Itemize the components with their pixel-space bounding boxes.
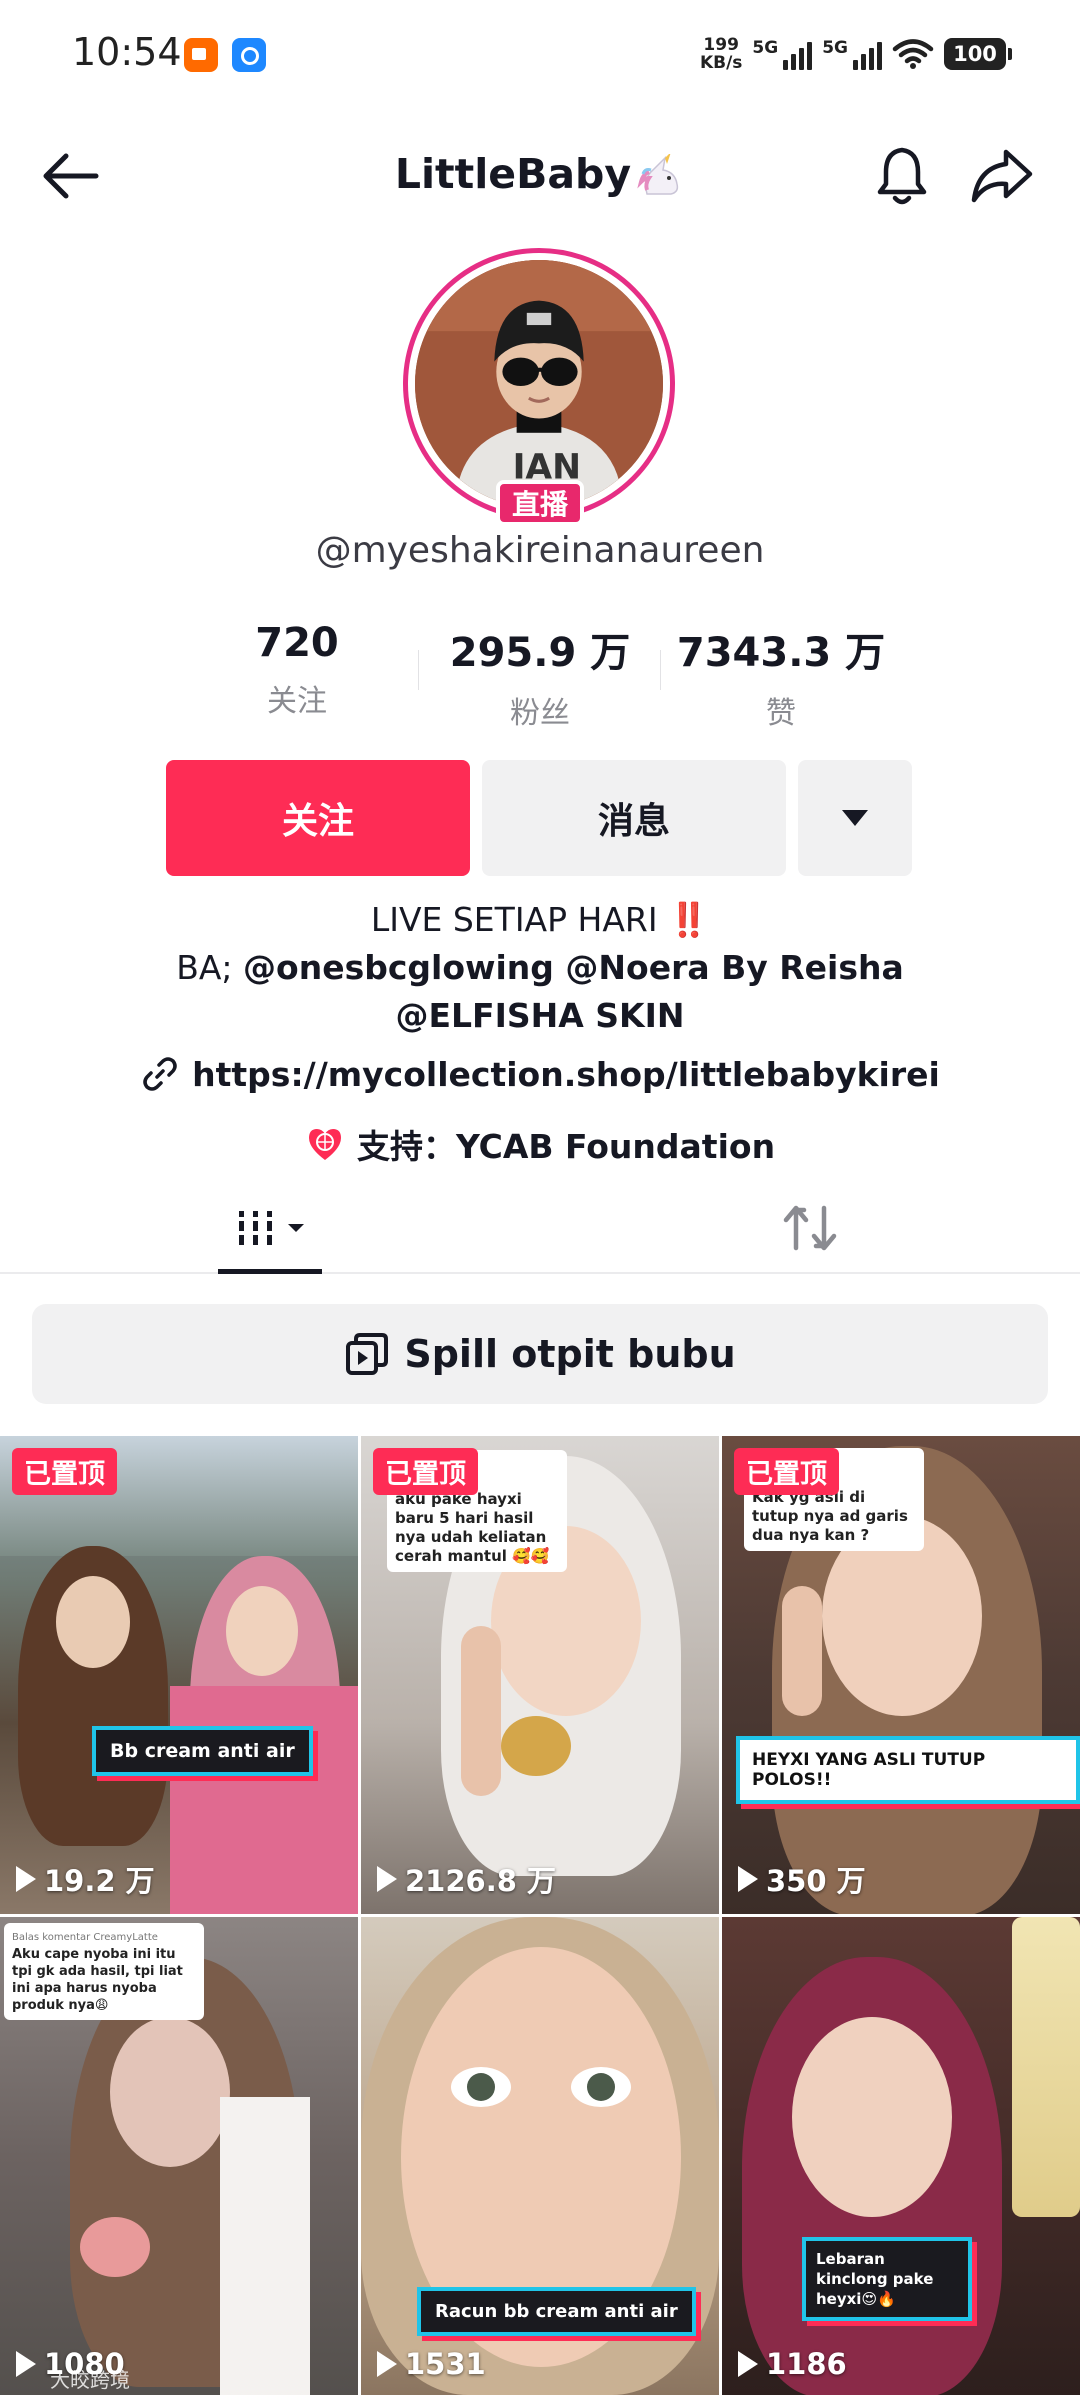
play-icon xyxy=(738,1866,758,1892)
view-count-text: 1186 xyxy=(766,2347,847,2381)
username: @myeshakireinanaureen xyxy=(315,530,765,571)
comment-reply: Balas komentar CreamyLatte Aku cape nyob… xyxy=(4,1923,204,2020)
stat-divider xyxy=(660,650,661,690)
view-count: 1186 xyxy=(738,2347,847,2381)
signal-2-icon: 5G xyxy=(822,38,882,70)
pinned-badge: 已置顶 xyxy=(734,1448,839,1495)
playlist-label: Spill otpit bubu xyxy=(404,1332,736,1376)
profile-header: LittleBaby xyxy=(0,128,1080,224)
tab-videos[interactable] xyxy=(218,1182,322,1274)
bio-mentions[interactable]: @onesbcglowing @Noera By Reisha @ELFISHA… xyxy=(243,948,904,1035)
profile-link-text[interactable]: https://mycollection.shop/littlebabykire… xyxy=(192,1055,940,1094)
view-count-text: 19.2 万 xyxy=(44,1864,155,1898)
battery-level: 100 xyxy=(953,42,997,66)
play-icon xyxy=(738,2351,758,2377)
stat-followers[interactable]: 295.9 万 粉丝 xyxy=(425,620,655,732)
bio-prefix: BA; xyxy=(176,948,244,987)
nonprofit-support[interactable]: 支持：YCAB Foundation xyxy=(0,1120,1080,1168)
stat-likes-value: 7343.3 万 xyxy=(676,630,886,676)
page-title-text: LittleBaby xyxy=(394,150,632,198)
comment-reply-header: Balas komentar CreamyLatte xyxy=(12,1932,158,1943)
stat-followers-value: 295.9 万 xyxy=(449,630,631,676)
message-button[interactable]: 消息 xyxy=(482,760,786,876)
stat-likes[interactable]: 7343.3 万 赞 xyxy=(666,620,896,732)
video-overlay-text: Aku cape nyoba ini itu tpi gk ada hasil,… xyxy=(12,1947,183,2013)
bio-text: LIVE SETIAP HARI xyxy=(370,900,658,939)
repost-icon[interactable] xyxy=(770,1198,850,1258)
pinned-badge: 已置顶 xyxy=(373,1448,478,1495)
signal-1-icon: 5G xyxy=(752,38,813,70)
caret-down-icon xyxy=(842,810,868,826)
stat-followers-label: 粉丝 xyxy=(510,696,570,731)
play-icon xyxy=(16,2351,36,2377)
caret-down-icon xyxy=(288,1224,304,1232)
stat-divider xyxy=(418,650,419,690)
play-icon xyxy=(377,2351,397,2377)
view-count: 2126.8 万 xyxy=(377,1858,556,1900)
link-icon xyxy=(143,1057,177,1091)
double-exclamation-emoji: ‼️ xyxy=(668,900,710,939)
status-time: 10:54 xyxy=(72,30,182,74)
pinned-badge: 已置顶 xyxy=(12,1448,117,1495)
bio: LIVE SETIAP HARI ‼️ BA; @onesbcglowing @… xyxy=(90,896,990,1040)
playlist-icon xyxy=(346,1333,389,1375)
battery-icon: 100 xyxy=(944,38,1012,70)
playlist-button[interactable]: Spill otpit bubu xyxy=(32,1304,1048,1404)
avatar-photo: IAN xyxy=(415,260,663,508)
video-grid: Bb cream anti air 已置顶 19.2 万 aku pake ha… xyxy=(0,1436,1080,2400)
suggested-accounts-button[interactable] xyxy=(798,760,912,876)
live-badge[interactable]: 直播 xyxy=(496,480,584,526)
video-thumbnail[interactable]: aku pake hayxi baru 5 hari hasil nya uda… xyxy=(361,1436,719,1914)
cast-notification-icon xyxy=(232,38,266,72)
view-count: 1531 xyxy=(377,2347,486,2381)
video-overlay-text: HEYXI YANG ASLI TUTUP POLOS!! xyxy=(736,1736,1080,1804)
nonprofit-support-text[interactable]: 支持：YCAB Foundation xyxy=(357,1120,775,1168)
network-speed: 199 KB/s xyxy=(700,36,742,72)
play-icon xyxy=(16,1866,36,1892)
follow-button[interactable]: 关注 xyxy=(166,760,470,876)
video-overlay-text: Lebaran kinclong pake heyxi😍🔥 xyxy=(802,2237,972,2321)
bell-icon[interactable] xyxy=(868,142,936,210)
view-count-text: 2126.8 万 xyxy=(405,1864,557,1898)
network-speed-value: 199 xyxy=(703,35,739,55)
video-overlay-text: Bb cream anti air xyxy=(92,1726,313,1776)
bio-line-1: LIVE SETIAP HARI ‼️ xyxy=(90,896,990,944)
video-app-notification-icon xyxy=(184,38,218,72)
profile-link[interactable]: https://mycollection.shop/littlebabykire… xyxy=(0,1054,1080,1094)
video-thumbnail[interactable]: Balas komentar CreamyLatte Aku cape nyob… xyxy=(0,1917,358,2395)
profile-stats: 720 关注 295.9 万 粉丝 7343.3 万 赞 xyxy=(0,620,1080,732)
view-count: 19.2 万 xyxy=(16,1858,155,1900)
network-speed-unit: KB/s xyxy=(699,53,743,73)
view-count: 350 万 xyxy=(738,1858,866,1900)
content-tabs xyxy=(0,1182,1080,1274)
stat-following-label: 关注 xyxy=(267,684,327,719)
view-count-text: 1531 xyxy=(405,2347,486,2381)
stat-following[interactable]: 720 关注 xyxy=(182,620,412,720)
charity-heart-icon xyxy=(308,1129,341,1160)
stat-likes-label: 赞 xyxy=(766,696,796,731)
avatar[interactable]: IAN xyxy=(415,260,663,508)
status-indicators: 199 KB/s 5G 5G 100 xyxy=(700,32,1012,76)
sim1-label: 5G xyxy=(752,38,779,58)
video-overlay-text: Racun bb cream anti air xyxy=(417,2287,696,2336)
share-icon[interactable] xyxy=(966,142,1038,210)
status-bar: 10:54 199 KB/s 5G 5G 100 xyxy=(0,0,1080,108)
play-icon xyxy=(377,1866,397,1892)
video-thumbnail[interactable]: Kak yg asli di tutup nya ad garis dua ny… xyxy=(722,1436,1080,1914)
videos-grid-icon xyxy=(239,1211,272,1245)
sim2-label: 5G xyxy=(822,38,848,58)
view-count-text: 350 万 xyxy=(766,1864,866,1898)
watermark: 大皎跨境 xyxy=(50,2368,130,2392)
video-thumbnail[interactable]: Bb cream anti air 已置顶 19.2 万 xyxy=(0,1436,358,1914)
unicorn-emoji-icon xyxy=(637,154,679,195)
stat-following-value: 720 xyxy=(255,620,339,666)
active-tab-indicator xyxy=(218,1269,322,1274)
video-thumbnail[interactable]: Lebaran kinclong pake heyxi😍🔥 1186 xyxy=(722,1917,1080,2395)
video-thumbnail[interactable]: Racun bb cream anti air 1531 xyxy=(361,1917,719,2395)
wifi-icon xyxy=(892,39,934,69)
